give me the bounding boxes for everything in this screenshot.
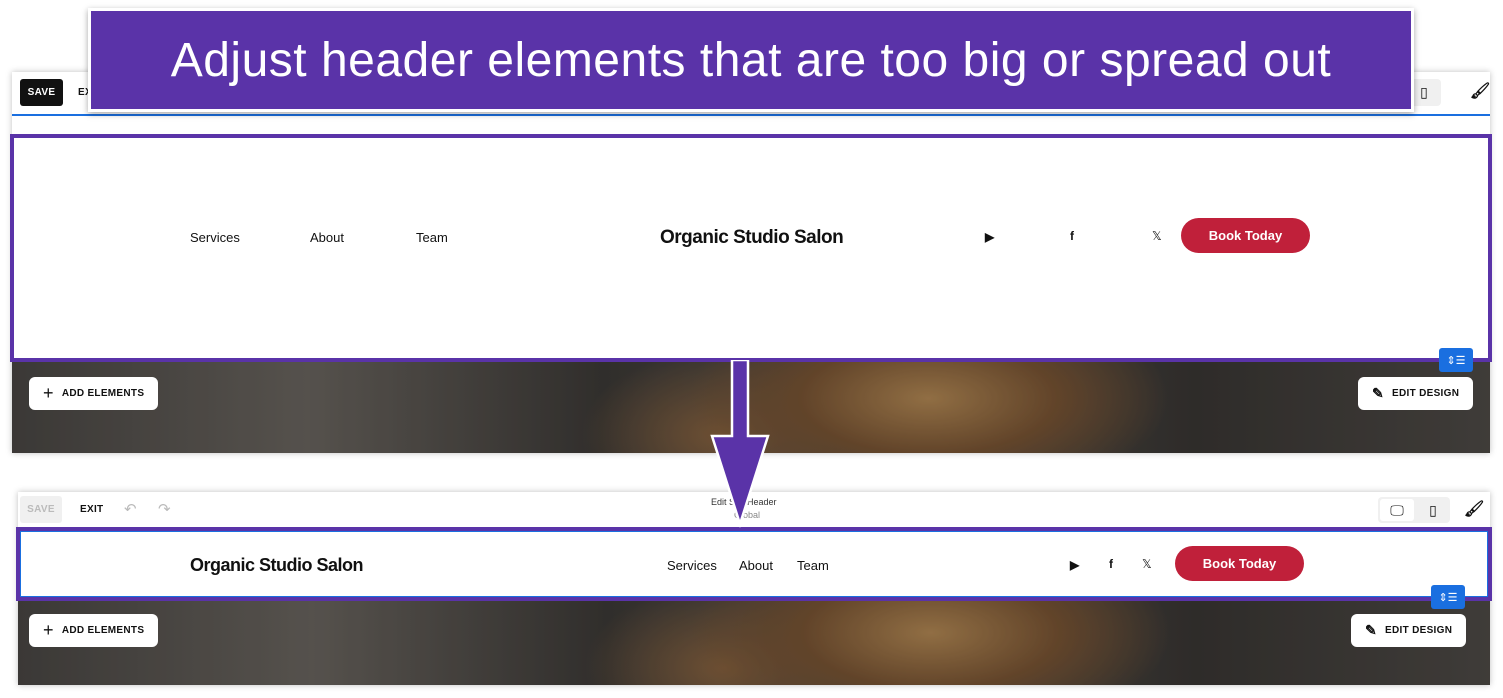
device-toggle: 🖵 ▯ [1378, 497, 1450, 523]
youtube-icon[interactable]: ▶ [985, 230, 994, 244]
book-today-button[interactable]: Book Today [1175, 546, 1304, 581]
nav-team[interactable]: Team [416, 230, 448, 245]
undo-icon[interactable]: ↶ [124, 500, 137, 518]
plus-icon: + [43, 383, 54, 403]
facebook-icon[interactable]: f [1070, 229, 1074, 243]
book-today-button[interactable]: Book Today [1181, 218, 1310, 253]
nav-services[interactable]: Services [190, 230, 240, 245]
save-button[interactable]: SAVE [20, 496, 62, 523]
facebook-icon[interactable]: f [1109, 557, 1113, 571]
site-logo[interactable]: Organic Studio Salon [660, 227, 844, 249]
site-header[interactable]: Organic Studio Salon Services About Team… [16, 527, 1492, 601]
pencil-icon: ✎ [1372, 385, 1385, 401]
site-logo[interactable]: Organic Studio Salon [190, 555, 364, 576]
edit-design-button[interactable]: ✎ EDIT DESIGN [1351, 614, 1467, 647]
add-elements-button[interactable]: + ADD ELEMENTS [29, 377, 159, 410]
x-icon[interactable]: 𝕏 [1142, 557, 1152, 571]
add-elements-button[interactable]: + ADD ELEMENTS [29, 614, 159, 647]
spacing-handle[interactable]: ⇕☰ [1431, 585, 1465, 609]
edit-design-label: EDIT DESIGN [1385, 625, 1453, 636]
exit-button[interactable]: EXIT [80, 496, 103, 523]
nav-about[interactable]: About [310, 230, 344, 245]
plus-icon: + [43, 620, 54, 640]
edit-design-label: EDIT DESIGN [1392, 388, 1460, 399]
banner-text: Adjust header elements that are too big … [170, 33, 1332, 87]
save-button[interactable]: SAVE [20, 79, 63, 106]
youtube-icon[interactable]: ▶ [1070, 558, 1079, 572]
mobile-icon[interactable]: ▯ [1416, 497, 1450, 523]
x-icon[interactable]: 𝕏 [1152, 229, 1162, 243]
edit-design-button[interactable]: ✎ EDIT DESIGN [1358, 377, 1474, 410]
add-elements-label: ADD ELEMENTS [61, 625, 145, 636]
site-header[interactable]: Services About Team Organic Studio Salon… [10, 134, 1492, 362]
spacing-handle[interactable]: ⇕☰ [1439, 348, 1473, 372]
pencil-icon: ✎ [1365, 622, 1378, 638]
redo-icon[interactable]: ↷ [158, 500, 171, 518]
selection-line [12, 114, 1490, 116]
add-elements-label: ADD ELEMENTS [61, 388, 145, 399]
down-arrow-icon [710, 360, 770, 529]
hero-image [18, 598, 1490, 685]
nav-services[interactable]: Services [667, 558, 717, 573]
nav-team[interactable]: Team [797, 558, 829, 573]
desktop-icon[interactable]: 🖵 [1380, 499, 1414, 521]
paintbrush-icon[interactable]: 🖌 [1464, 499, 1485, 519]
nav-about[interactable]: About [739, 558, 773, 573]
paintbrush-icon[interactable]: 🖌 [1470, 81, 1491, 101]
instruction-banner: Adjust header elements that are too big … [88, 8, 1414, 112]
